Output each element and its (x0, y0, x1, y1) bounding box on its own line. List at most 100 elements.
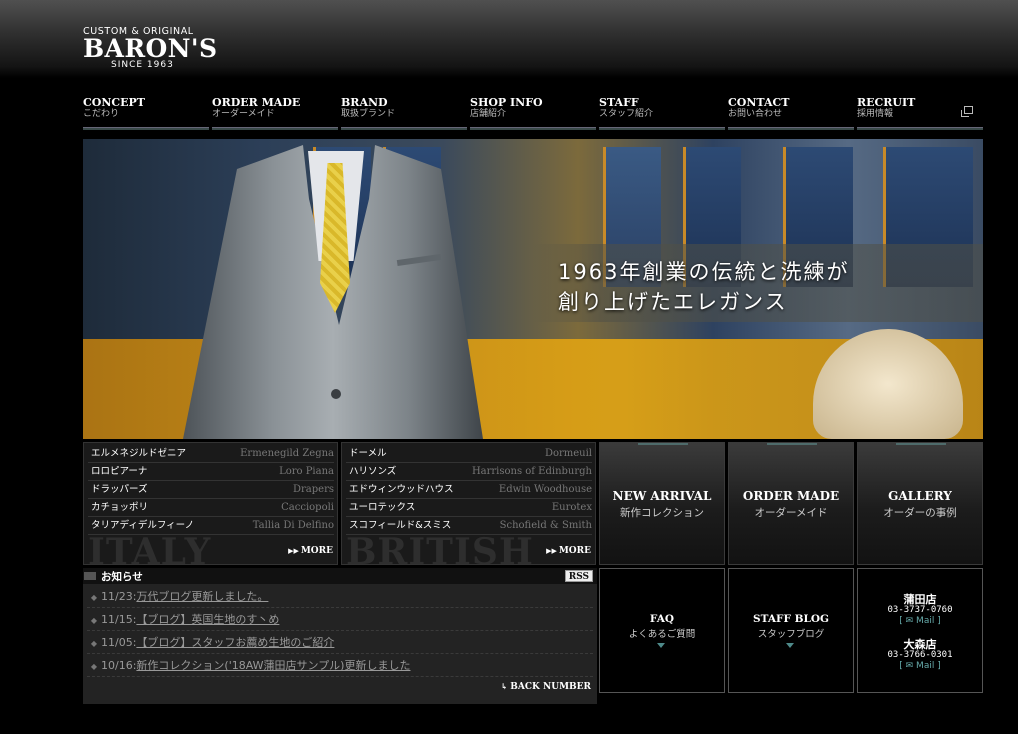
double-arrow-icon: ▶▶ (546, 546, 557, 555)
nav-recruit[interactable]: RECRUIT 採用情報 (857, 96, 983, 130)
bullet-icon: ◆ (90, 662, 98, 671)
back-number-link[interactable]: ↳ BACK NUMBER (501, 681, 591, 692)
nav-brand[interactable]: BRAND 取扱ブランド (341, 96, 467, 130)
rss-button[interactable]: RSS (564, 570, 593, 582)
brand-name-jp: ドーメル (349, 448, 387, 459)
double-arrow-icon: ▶▶ (288, 546, 299, 555)
bullet-icon: ◆ (90, 593, 98, 602)
nav-label-ja: お問い合わせ (728, 109, 783, 119)
more-label: MORE (558, 546, 591, 556)
feature-subtitle: 新作コレクション (620, 507, 704, 519)
brand-name-jp: ハリソンズ (349, 466, 397, 477)
british-brand-panel: BRITISH ドーメル Dormeuil ハリソンズ Harrisons of… (341, 442, 596, 565)
staff-blog-button[interactable]: STAFF BLOG スタッフブログ (728, 568, 854, 693)
brand-name-en: Harrisons of Edinburgh (471, 466, 592, 477)
nav-label-ja: こだわり (83, 109, 120, 119)
news-link[interactable]: 【ブログ】英国生地のす丶め (136, 613, 279, 626)
news-item: ◆ 11/05:【ブログ】スタッフお薦め生地のご紹介 (87, 632, 593, 654)
brand-name-en: Dormeuil (544, 448, 592, 459)
nav-label-en: CONCEPT (83, 96, 145, 109)
brand-name-jp: エドウィンウッドハウス (349, 484, 454, 495)
brand-name-en: Schofield & Smith (499, 520, 592, 531)
news-date: 10/16: (101, 659, 137, 672)
brand-name-en: Ermenegild Zegna (240, 448, 334, 459)
back-number-label: BACK NUMBER (510, 682, 591, 692)
faq-subtitle: よくあるご質問 (628, 629, 696, 640)
brand-name-jp: スコフィールド&スミス (349, 520, 452, 531)
nav-staff[interactable]: STAFF スタッフ紹介 (599, 96, 725, 130)
feature-title: NEW ARRIVAL (612, 489, 712, 503)
feature-subtitle: オーダーの事例 (883, 507, 957, 519)
brand-name-jp: タリアディデルフィーノ (91, 520, 195, 531)
news-link[interactable]: 万代ブログ更新しました。 (136, 590, 268, 603)
new-arrival-button[interactable]: NEW ARRIVAL 新作コレクション (599, 442, 725, 565)
feature-title: ORDER MADE (742, 489, 840, 503)
brand-name-jp: ユーロテックス (349, 502, 416, 513)
feature-title: GALLERY (888, 489, 952, 503)
nav-concept[interactable]: CONCEPT こだわり (83, 96, 209, 130)
logo-since: SINCE 1963 (111, 60, 174, 70)
brand-row[interactable]: ハリソンズ Harrisons of Edinburgh (346, 463, 592, 481)
news-link[interactable]: 【ブログ】スタッフお薦め生地のご紹介 (136, 636, 334, 649)
brand-name-jp: カチョッポリ (91, 502, 149, 513)
brand-name-en: Tallia Di Delfino (252, 520, 334, 531)
nav-label-en: CONTACT (728, 96, 790, 109)
brand-row[interactable]: エドウィンウッドハウス Edwin Woodhouse (346, 481, 592, 499)
nav-contact[interactable]: CONTACT お問い合わせ (728, 96, 854, 130)
brand-name-jp: エルメネジルドゼニア (91, 448, 187, 459)
more-label: MORE (300, 546, 333, 556)
staff-blog-title: STAFF BLOG (753, 613, 829, 625)
brand-row[interactable]: スコフィールド&スミス Schofield & Smith (346, 517, 592, 535)
shop-mail-omori[interactable]: [ ✉ Mail ] (858, 661, 982, 671)
hero-headline: 1963年創業の伝統と洗練が 創り上げたエレガンス (558, 257, 978, 317)
external-link-icon (961, 106, 973, 117)
hero-headline-line2: 創り上げたエレガンス (558, 290, 788, 314)
bullet-icon: ◆ (90, 639, 98, 648)
nav-underline (857, 127, 983, 130)
nav-underline (599, 127, 725, 130)
nav-order-made[interactable]: ORDER MADE オーダーメイド (212, 96, 338, 130)
faq-button[interactable]: FAQ よくあるご質問 (599, 568, 725, 693)
news-link[interactable]: 新作コレクション('18AW蒲田店サンプル)更新しました (136, 659, 410, 672)
brand-row[interactable]: エルメネジルドゼニア Ermenegild Zegna (88, 445, 334, 463)
brand-row[interactable]: ドーメル Dormeuil (346, 445, 592, 463)
italy-more-link[interactable]: ▶▶ MORE (288, 546, 333, 556)
feature-topline (638, 443, 688, 445)
faq-title: FAQ (649, 613, 675, 625)
nav-underline (341, 127, 467, 130)
logo-brand: BARON'S (83, 34, 218, 63)
news-date: 11/15: (101, 613, 137, 626)
news-date: 11/23: (101, 590, 137, 603)
shop-tel-omori: 03-3766-0301 (887, 650, 953, 660)
brand-row[interactable]: カチョッポリ Cacciopoli (88, 499, 334, 517)
suit-button (331, 389, 341, 399)
order-made-button[interactable]: ORDER MADE オーダーメイド (728, 442, 854, 565)
nav-label-ja: 店舗紹介 (470, 109, 507, 119)
nav-label-en: ORDER MADE (212, 96, 301, 109)
gallery-button[interactable]: GALLERY オーダーの事例 (857, 442, 983, 565)
shop-mail-kamata[interactable]: [ ✉ Mail ] (858, 616, 982, 626)
nav-underline (83, 127, 209, 130)
news-item: ◆ 11/15:【ブログ】英国生地のす丶め (87, 609, 593, 631)
feature-subtitle: オーダーメイド (754, 507, 828, 519)
brand-row[interactable]: ドラッパーズ Drapers (88, 481, 334, 499)
news-heading: お知らせ (101, 571, 143, 583)
chevron-down-icon (657, 643, 665, 648)
nav-shop-info[interactable]: SHOP INFO 店舗紹介 (470, 96, 596, 130)
british-more-link[interactable]: ▶▶ MORE (546, 546, 591, 556)
brand-row[interactable]: ユーロテックス Eurotex (346, 499, 592, 517)
news-item: ◆ 10/16:新作コレクション('18AW蒲田店サンプル)更新しました (87, 655, 593, 677)
italy-watermark: ITALY (88, 531, 212, 565)
feature-topline (896, 443, 946, 445)
main-nav: CONCEPT こだわり ORDER MADE オーダーメイド BRAND 取扱… (83, 96, 983, 130)
nav-label-en: BRAND (341, 96, 388, 109)
feature-topline (767, 443, 817, 445)
nav-label-en: SHOP INFO (470, 96, 543, 109)
brand-row[interactable]: タリアディデルフィーノ Tallia Di Delfino (88, 517, 334, 535)
shop-tel-kamata: 03-3737-0760 (887, 605, 953, 615)
brand-name-jp: ロロピアーナ (91, 466, 148, 477)
logo[interactable]: CUSTOM & ORIGINAL BARON'S SINCE 1963 (83, 26, 217, 72)
nav-label-ja: スタッフ紹介 (599, 109, 654, 119)
brand-row[interactable]: ロロピアーナ Loro Piana (88, 463, 334, 481)
british-watermark: BRITISH (346, 531, 534, 565)
